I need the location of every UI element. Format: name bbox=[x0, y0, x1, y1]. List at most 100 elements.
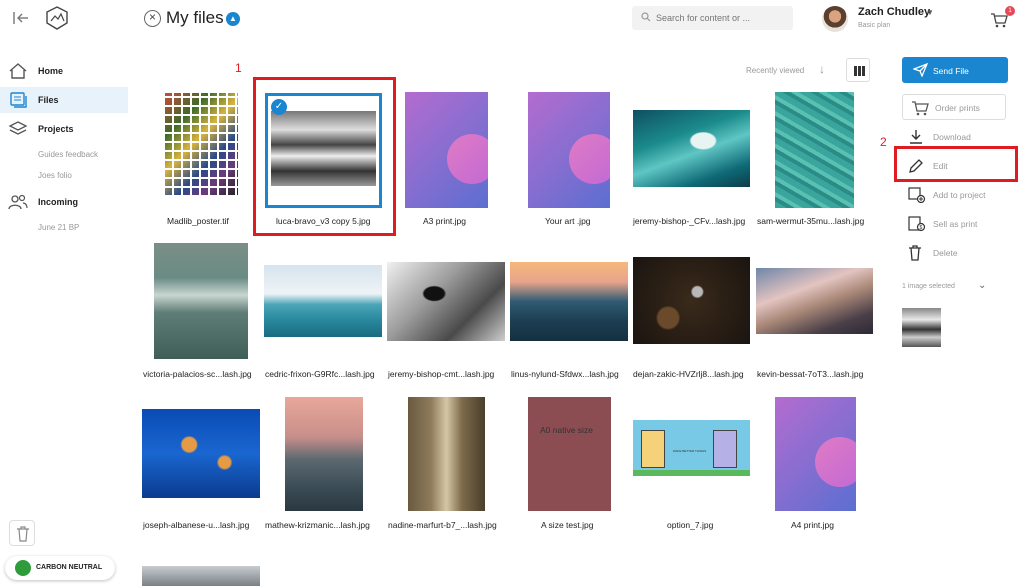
selected-thumbnail-preview[interactable] bbox=[902, 308, 941, 347]
thumbnail-jeremy-bishop-cmt[interactable] bbox=[387, 262, 505, 341]
cart-count-badge: 1 bbox=[1005, 6, 1015, 16]
thumbnail-a4-print[interactable] bbox=[775, 397, 856, 511]
sell-as-print-button[interactable]: $ Sell as print bbox=[906, 215, 1006, 233]
order-prints-label: Order prints bbox=[935, 103, 980, 113]
file-name[interactable]: A4 print.jpg bbox=[791, 520, 834, 530]
file-name[interactable]: linus-nylund-Sfdwx...lash.jpg bbox=[511, 369, 619, 379]
thumbnail-jeremy-bishop-cfv[interactable] bbox=[633, 110, 750, 187]
search-bar[interactable] bbox=[632, 6, 793, 30]
file-name[interactable]: kevin-bessat-7oT3...lash.jpg bbox=[757, 369, 863, 379]
send-file-label: Send File bbox=[933, 66, 969, 76]
carbon-neutral-label: CARBON NEUTRAL bbox=[36, 564, 103, 571]
svg-text:$: $ bbox=[920, 225, 923, 231]
sidebar-item-label: Home bbox=[38, 66, 64, 76]
thumbnail-victoria-palacios[interactable] bbox=[154, 243, 248, 359]
avatar[interactable] bbox=[822, 6, 848, 32]
sidebar-item-label: Files bbox=[38, 95, 59, 105]
thumbnail-sam-wermut[interactable] bbox=[775, 92, 854, 208]
download-button[interactable]: Download bbox=[906, 128, 1006, 146]
thumbnail-cedric-frixon[interactable] bbox=[264, 265, 382, 337]
carbon-neutral-badge[interactable]: CARBON NEUTRAL bbox=[5, 556, 115, 580]
thumbnail-your-art[interactable] bbox=[528, 92, 610, 208]
file-name[interactable]: jeremy-bishop-cmt...lash.jpg bbox=[388, 369, 494, 379]
sidebar-subitem-june-21-bp[interactable]: June 21 BP bbox=[38, 223, 79, 232]
file-name[interactable]: dejan-zakic-HVZrlj8...lash.jpg bbox=[633, 369, 744, 379]
download-label: Download bbox=[933, 132, 971, 142]
selection-count: 1 image selected bbox=[902, 283, 955, 290]
thumbnail-dejan-zakic[interactable] bbox=[633, 257, 750, 344]
trash-icon bbox=[909, 245, 921, 261]
page-title: My files bbox=[166, 8, 224, 27]
annotation-number-1: 1 bbox=[235, 61, 242, 75]
app-logo-icon[interactable] bbox=[46, 6, 68, 30]
sidebar-item-incoming[interactable]: Incoming bbox=[0, 189, 128, 215]
file-name[interactable]: option_7.jpg bbox=[667, 520, 713, 530]
user-plan: Basic plan bbox=[858, 22, 891, 29]
download-icon bbox=[910, 130, 922, 144]
file-name[interactable]: sam-wermut-35mu...lash.jpg bbox=[757, 216, 864, 226]
trash-button[interactable] bbox=[9, 520, 35, 546]
search-icon bbox=[641, 12, 651, 22]
add-to-project-button[interactable]: Add to project bbox=[906, 186, 1006, 204]
thumbnail-text: A0 native size bbox=[540, 425, 593, 435]
file-name[interactable]: cedric-frixon-G9Rfc...lash.jpg bbox=[265, 369, 375, 379]
file-name[interactable]: victoria-palacios-sc...lash.jpg bbox=[143, 369, 252, 379]
grid-view-toggle[interactable] bbox=[846, 58, 870, 82]
sort-dropdown[interactable]: Recently viewed bbox=[746, 66, 804, 75]
close-icon[interactable]: × bbox=[144, 10, 161, 27]
thumbnail-nadine-marfurt[interactable] bbox=[408, 397, 485, 511]
thumbnail-linus-nylund[interactable] bbox=[510, 262, 628, 341]
delete-button[interactable]: Delete bbox=[906, 244, 1006, 262]
cart-icon[interactable] bbox=[990, 12, 1008, 28]
search-input[interactable] bbox=[656, 9, 788, 27]
graduation-cap-icon[interactable]: ▲ bbox=[226, 12, 240, 26]
thumbnail-option-7[interactable]: MAKE BETTER THINGS bbox=[633, 420, 750, 476]
sidebar-item-label: Projects bbox=[38, 124, 74, 134]
thumbnail-mathew-krizmanic[interactable] bbox=[285, 397, 363, 511]
file-name[interactable]: nadine-marfurt-b7_...lash.jpg bbox=[388, 520, 497, 530]
file-name[interactable]: joseph-albanese-u...lash.jpg bbox=[143, 520, 249, 530]
chevron-down-icon[interactable]: ▼ bbox=[926, 8, 934, 17]
file-name[interactable]: A size test.jpg bbox=[541, 520, 593, 530]
file-name[interactable]: Your art .jpg bbox=[545, 216, 591, 226]
cart-icon bbox=[912, 101, 929, 116]
delete-label: Delete bbox=[933, 248, 958, 258]
files-icon bbox=[10, 92, 27, 108]
sidebar-subitem-joes-folio[interactable]: Joes folio bbox=[38, 171, 72, 180]
highlight-box-edit bbox=[894, 146, 1018, 182]
annotation-number-2: 2 bbox=[880, 135, 887, 149]
users-icon bbox=[8, 194, 28, 210]
collapse-sidebar-icon[interactable] bbox=[12, 10, 30, 26]
file-name[interactable]: Madlib_poster.tif bbox=[167, 216, 229, 226]
sort-direction-icon[interactable]: ↓ bbox=[819, 62, 825, 76]
sidebar-item-files[interactable]: Files bbox=[0, 87, 128, 113]
thumbnail-text: MAKE BETTER THINGS bbox=[673, 449, 707, 453]
chevron-down-icon[interactable]: ⌄ bbox=[978, 280, 986, 291]
file-name[interactable]: jeremy-bishop-_CFv...lash.jpg bbox=[633, 216, 745, 226]
thumbnail-a-size-test[interactable]: A0 native size bbox=[528, 397, 611, 511]
user-name[interactable]: Zach Chudley bbox=[858, 6, 930, 18]
highlight-box-selected-file bbox=[253, 77, 396, 236]
sell-as-print-icon: $ bbox=[908, 216, 926, 232]
thumbnail-joseph-albanese[interactable] bbox=[142, 409, 260, 498]
order-prints-button[interactable]: Order prints bbox=[902, 94, 1006, 120]
thumbnail-a3-print[interactable] bbox=[405, 92, 488, 208]
sidebar-subitem-guides-feedback[interactable]: Guides feedback bbox=[38, 150, 98, 159]
send-file-button[interactable]: Send File bbox=[902, 57, 1008, 83]
file-name[interactable]: mathew-krizmanic...lash.jpg bbox=[265, 520, 370, 530]
thumbnail-partial[interactable] bbox=[142, 566, 260, 586]
trash-icon bbox=[17, 526, 29, 542]
sidebar-item-home[interactable]: Home bbox=[0, 58, 128, 84]
sidebar-item-label: Incoming bbox=[38, 197, 78, 207]
leaf-icon bbox=[15, 560, 31, 576]
sell-as-print-label: Sell as print bbox=[933, 219, 978, 229]
layers-icon bbox=[8, 121, 28, 135]
send-icon bbox=[913, 63, 928, 77]
add-to-project-icon bbox=[908, 187, 926, 203]
file-name[interactable]: A3 print.jpg bbox=[423, 216, 466, 226]
home-icon bbox=[9, 63, 27, 79]
thumbnail-kevin-bessat[interactable] bbox=[756, 268, 873, 334]
thumbnail-madlib-poster[interactable] bbox=[165, 93, 238, 195]
add-to-project-label: Add to project bbox=[933, 190, 986, 200]
sidebar-item-projects[interactable]: Projects bbox=[0, 116, 128, 142]
